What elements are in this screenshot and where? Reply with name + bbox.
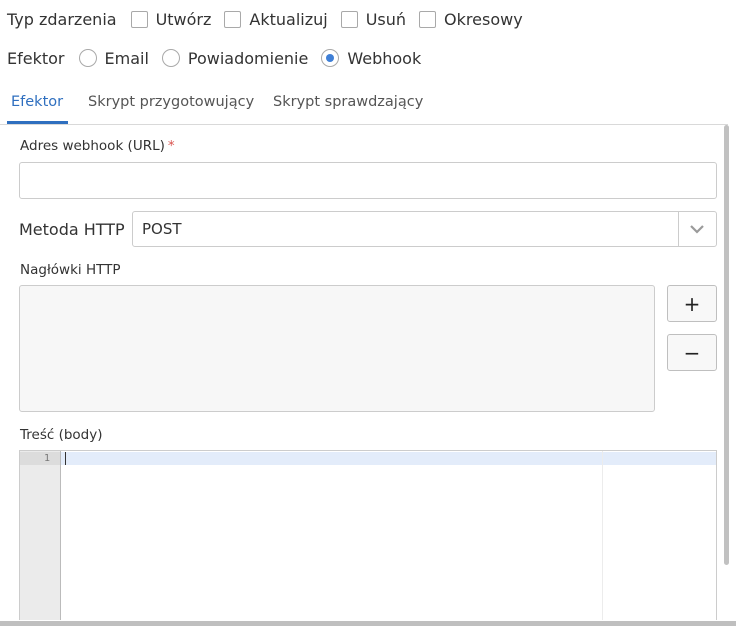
chevron-down-icon[interactable]	[688, 222, 706, 236]
bottom-scroll-edge	[0, 621, 736, 626]
webhook-url-input[interactable]	[19, 162, 717, 199]
effector-label: Efektor	[7, 48, 65, 68]
tab-effector[interactable]: Efektor	[11, 94, 63, 110]
http-method-value: POST	[142, 220, 182, 238]
notification-radio[interactable]	[161, 49, 180, 67]
periodic-checkbox[interactable]	[419, 10, 437, 28]
event-type-update-option[interactable]: Aktualizuj	[224, 9, 328, 29]
add-header-button[interactable]: +	[667, 285, 717, 322]
email-radio[interactable]	[78, 49, 97, 67]
effector-notification-option[interactable]: Powiadomienie	[161, 48, 309, 68]
body-label: Treść (body)	[20, 427, 103, 443]
delete-label: Usuń	[365, 9, 407, 29]
radio-selected-dot	[326, 54, 335, 62]
update-checkbox[interactable]	[224, 10, 242, 28]
effector-email-option[interactable]: Email	[78, 48, 149, 68]
webhook-label: Webhook	[347, 48, 422, 68]
http-headers-list[interactable]	[19, 285, 655, 412]
active-tab-indicator	[7, 121, 68, 124]
effector-webhook-option[interactable]: Webhook	[321, 49, 421, 68]
create-checkbox[interactable]	[130, 10, 148, 28]
event-type-create-option[interactable]: Utwórz	[130, 9, 212, 29]
line-number: 1	[43, 453, 50, 464]
minus-icon: −	[683, 340, 701, 365]
url-label-text: Adres webhook (URL)	[20, 138, 165, 154]
remove-header-button[interactable]: −	[667, 334, 717, 371]
body-code-editor[interactable]: 1	[19, 450, 717, 620]
event-type-group: Typ zdarzenia Utwórz Aktualizuj Usuń Okr…	[7, 8, 536, 30]
webhook-radio[interactable]	[321, 49, 340, 67]
editor-gutter: 1	[20, 451, 61, 620]
notification-label: Powiadomienie	[187, 48, 309, 68]
http-method-select[interactable]: POST	[132, 211, 717, 247]
update-label: Aktualizuj	[249, 9, 328, 29]
url-field-label: Adres webhook (URL) *	[20, 138, 175, 154]
http-method-label: Metoda HTTP	[19, 220, 125, 239]
plus-icon: +	[683, 291, 701, 316]
create-label: Utwórz	[155, 9, 212, 29]
select-separator	[678, 212, 679, 246]
event-type-delete-option[interactable]: Usuń	[340, 9, 407, 29]
vertical-scrollbar[interactable]	[724, 125, 729, 565]
editor-cursor	[65, 452, 66, 465]
event-type-periodic-option[interactable]: Okresowy	[419, 10, 523, 29]
editor-active-line	[20, 452, 716, 465]
effector-group: Efektor Email Powiadomienie Webhook	[7, 47, 434, 69]
tab-bar: Efektor Skrypt przygotowujący Skrypt spr…	[0, 84, 728, 125]
editor-print-margin	[602, 451, 603, 620]
tab-validation-script[interactable]: Skrypt sprawdzający	[273, 94, 423, 110]
required-asterisk: *	[167, 138, 175, 154]
tab-preparation-script[interactable]: Skrypt przygotowujący	[88, 94, 254, 110]
http-headers-label: Nagłówki HTTP	[20, 262, 121, 278]
email-label: Email	[104, 48, 149, 68]
event-type-label: Typ zdarzenia	[7, 9, 117, 29]
delete-checkbox[interactable]	[340, 10, 358, 28]
periodic-label: Okresowy	[444, 9, 523, 29]
